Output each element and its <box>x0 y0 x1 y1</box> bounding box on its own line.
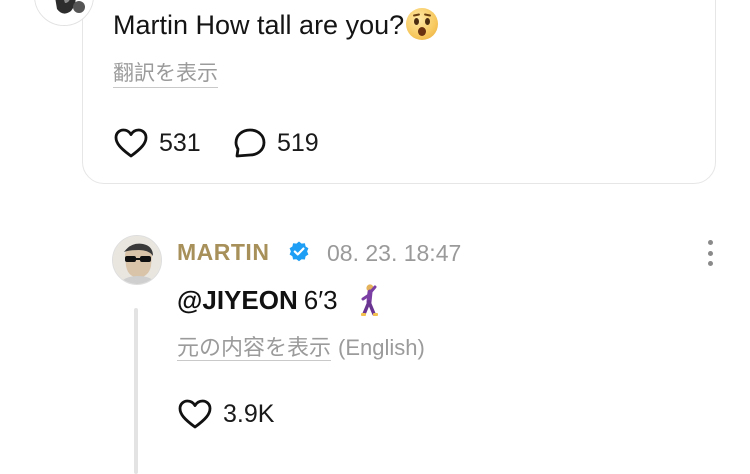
reply-text: @JIYEON 6′3 <box>177 283 386 317</box>
comment-bubble-icon <box>234 128 266 158</box>
mention-link[interactable]: @JIYEON <box>177 285 298 316</box>
astonished-face-icon <box>406 7 439 40</box>
more-dot-icon <box>707 261 713 266</box>
post-text: Martin How tall are you? <box>113 7 439 43</box>
more-options-button[interactable] <box>700 238 720 268</box>
reply-author-avatar[interactable] <box>112 235 162 285</box>
verified-badge-icon <box>289 241 309 262</box>
reply-body: 6′3 <box>303 284 338 315</box>
heart-icon <box>114 128 148 158</box>
post-reply-count: 519 <box>277 128 319 157</box>
reply-like-count: 3.9K <box>223 399 275 428</box>
post-like-count: 531 <box>159 128 201 157</box>
post-like-button[interactable]: 531 <box>113 127 201 159</box>
reply-username[interactable]: MARTIN <box>177 239 269 266</box>
show-original: 元の内容を表示 (English) <box>177 335 425 361</box>
thread-line <box>134 308 138 474</box>
heart-icon <box>178 399 212 429</box>
original-language: (English) <box>338 335 425 360</box>
dancing-figure-icon <box>352 283 386 317</box>
post-reply-button[interactable]: 519 <box>233 127 319 159</box>
show-original-link[interactable]: 元の内容を表示 <box>177 335 332 361</box>
more-dot-icon <box>707 250 713 256</box>
reply-timestamp: 08. 23. 18:47 <box>327 240 462 266</box>
more-dot-icon <box>707 240 713 245</box>
reply-like-button[interactable]: 3.9K <box>177 398 274 430</box>
translate-link[interactable]: 翻訳を表示 <box>113 62 218 88</box>
